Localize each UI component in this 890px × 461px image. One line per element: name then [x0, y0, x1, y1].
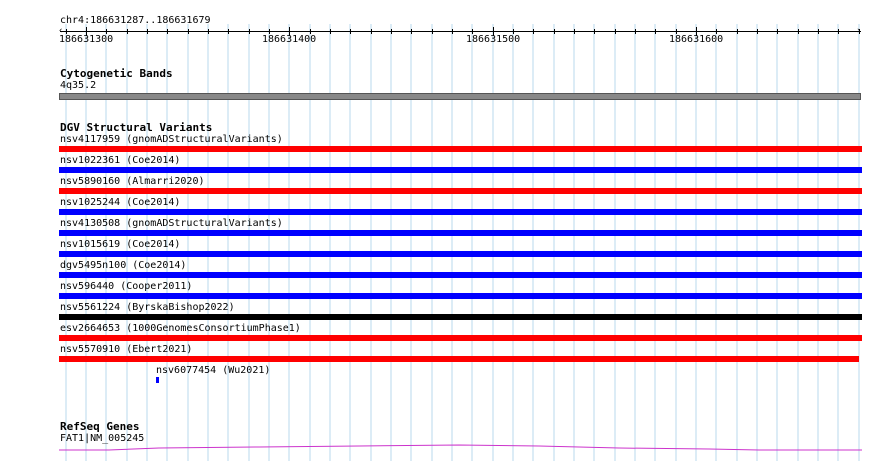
- variant-label: nsv4117959 (gnomADStructuralVariants): [60, 134, 283, 145]
- variant-feature[interactable]: [59, 230, 862, 236]
- ruler-minor-tick: [391, 29, 392, 34]
- cytoband-feature[interactable]: [59, 93, 861, 100]
- cytoband-track-title[interactable]: Cytogenetic Bands: [60, 67, 173, 80]
- ruler-tick-label: 186631500: [466, 34, 521, 45]
- ruler-tick-label: 186631300: [59, 34, 114, 45]
- variant-label: nsv1022361 (Coe2014): [60, 155, 181, 166]
- ruler-minor-tick: [838, 29, 839, 34]
- ruler-minor-tick: [371, 29, 372, 34]
- variant-label: nsv1025244 (Coe2014): [60, 197, 181, 208]
- gene-model-fat1[interactable]: [59, 440, 862, 454]
- variant-label: dgv5495n100 (Coe2014): [60, 260, 187, 271]
- variant-label: nsv6077454 (Wu2021): [156, 365, 271, 376]
- variant-label: nsv5890160 (Almarri2020): [60, 176, 205, 187]
- ruler-minor-tick: [615, 29, 616, 34]
- variant-label: nsv1015619 (Coe2014): [60, 239, 181, 250]
- ruler-minor-tick: [757, 29, 758, 34]
- ruler-minor-tick: [737, 29, 738, 34]
- ruler-minor-tick: [655, 29, 656, 34]
- ruler-minor-tick: [228, 29, 229, 34]
- ruler-minor-tick: [208, 29, 209, 34]
- ruler-tick-label: 186631400: [262, 34, 317, 45]
- variant-label: esv2664653 (1000GenomesConsortiumPhase1): [60, 323, 301, 334]
- variant-label: nsv596440 (Cooper2011): [60, 281, 193, 292]
- ruler-axis: [60, 31, 861, 32]
- variant-label: nsv5561224 (ByrskaBishop2022): [60, 302, 235, 313]
- variant-feature[interactable]: [59, 314, 862, 320]
- variant-feature[interactable]: [59, 146, 862, 152]
- variant-label: nsv4130508 (gnomADStructuralVariants): [60, 218, 283, 229]
- ruler-minor-tick: [554, 29, 555, 34]
- ruler-minor-tick: [147, 29, 148, 34]
- variant-feature[interactable]: [59, 251, 862, 257]
- ruler-minor-tick: [127, 29, 128, 34]
- variant-feature[interactable]: [59, 293, 862, 299]
- ruler-minor-tick: [249, 29, 250, 34]
- refseq-track-title[interactable]: RefSeq Genes: [60, 420, 139, 433]
- region-label: chr4:186631287..186631679: [60, 15, 211, 26]
- ruler-minor-tick: [798, 29, 799, 34]
- ruler-minor-tick: [432, 29, 433, 34]
- ruler-minor-tick: [635, 29, 636, 34]
- dgv-track-title[interactable]: DGV Structural Variants: [60, 121, 212, 134]
- ruler-minor-tick: [777, 29, 778, 34]
- variant-feature[interactable]: [59, 209, 862, 215]
- variant-feature[interactable]: [59, 356, 859, 362]
- ruler-tick-label: 186631600: [669, 34, 724, 45]
- variant-label: nsv5570910 (Ebert2021): [60, 344, 193, 355]
- ruler-minor-tick: [411, 29, 412, 34]
- variant-feature[interactable]: [59, 272, 862, 278]
- ruler-minor-tick: [818, 29, 819, 34]
- ruler-minor-tick: [167, 29, 168, 34]
- variant-feature[interactable]: [59, 188, 862, 194]
- ruler-minor-tick: [533, 29, 534, 34]
- cytoband-label: 4q35.2: [60, 80, 97, 91]
- variant-feature[interactable]: [59, 335, 862, 341]
- ruler-minor-tick: [330, 29, 331, 34]
- ruler-minor-tick: [350, 29, 351, 34]
- ruler-minor-tick: [188, 29, 189, 34]
- ruler-minor-tick: [594, 29, 595, 34]
- gene-intron-line[interactable]: [59, 444, 862, 451]
- variant-feature[interactable]: [59, 167, 862, 173]
- variant-feature[interactable]: [156, 377, 159, 383]
- ruler-minor-tick: [859, 29, 860, 34]
- ruler-minor-tick: [452, 29, 453, 34]
- ruler-minor-tick: [574, 29, 575, 34]
